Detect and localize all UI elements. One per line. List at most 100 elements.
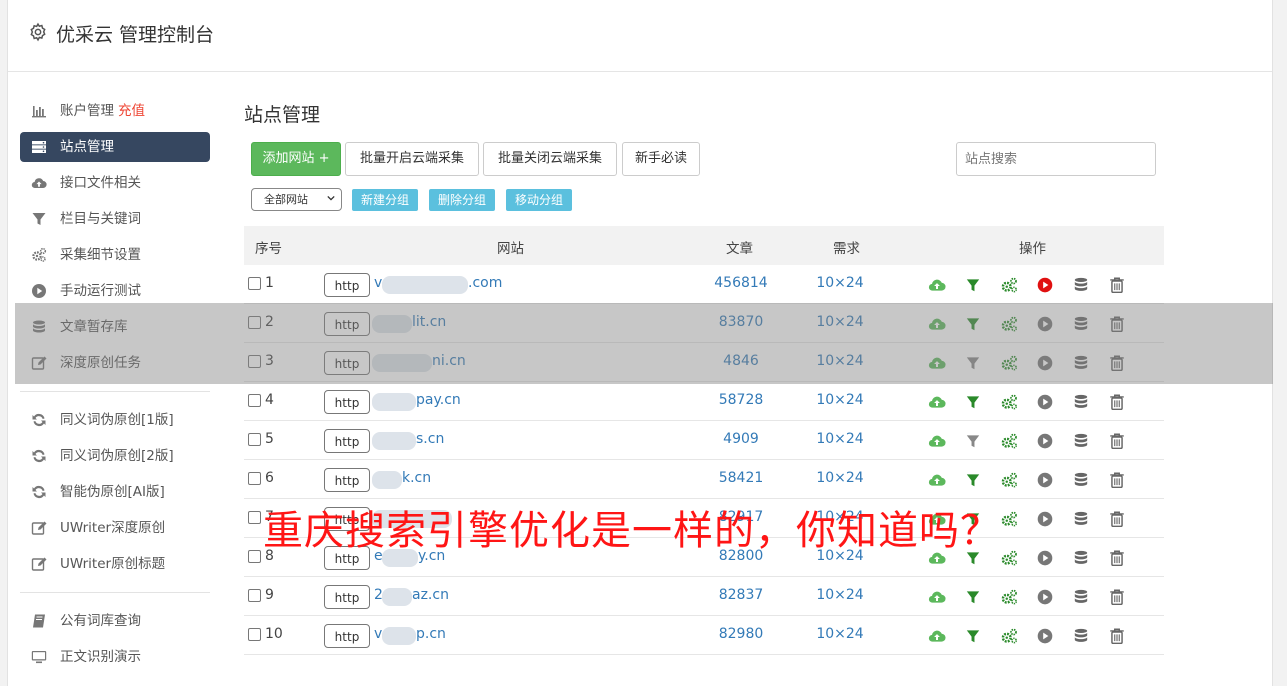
sidebar-item-ai-rewrite[interactable]: 智能伪原创[AI版] [20, 474, 210, 510]
protocol-badge[interactable]: http [324, 468, 370, 492]
trash-icon[interactable] [1108, 510, 1126, 528]
protocol-badge[interactable]: http [324, 273, 370, 297]
cloud-upload-icon[interactable] [928, 432, 946, 450]
filter-icon[interactable] [964, 276, 982, 294]
filter-icon[interactable] [964, 432, 982, 450]
site-search-input[interactable] [956, 142, 1156, 176]
row-checkbox[interactable] [248, 589, 261, 602]
database-icon[interactable] [1072, 510, 1090, 528]
cloud-upload-icon[interactable] [928, 276, 946, 294]
cogs-icon[interactable] [1000, 549, 1018, 567]
database-icon[interactable] [1072, 393, 1090, 411]
trash-icon[interactable] [1108, 549, 1126, 567]
demand-value[interactable]: 10×24 [800, 392, 880, 408]
row-checkbox[interactable] [248, 277, 261, 290]
protocol-badge[interactable]: http [324, 585, 370, 609]
sidebar-item-synonym-v1[interactable]: 同义词伪原创[1版] [20, 402, 210, 438]
sidebar-item-text-recognition[interactable]: 正文识别演示 [20, 639, 210, 675]
sidebar-item-synonym-v2[interactable]: 同义词伪原创[2版] [20, 438, 210, 474]
row-checkbox[interactable] [248, 472, 261, 485]
filter-icon[interactable] [964, 588, 982, 606]
database-icon[interactable] [1072, 588, 1090, 606]
demand-value[interactable]: 10×24 [800, 587, 880, 603]
cogs-icon[interactable] [1000, 627, 1018, 645]
cogs-icon[interactable] [1000, 588, 1018, 606]
sidebar-item-public-lexicon[interactable]: 公有词库查询 [20, 603, 210, 639]
batch-disable-cloud-button[interactable]: 批量关闭云端采集 [483, 142, 617, 176]
trash-icon[interactable] [1108, 471, 1126, 489]
recharge-link[interactable]: 充值 [118, 103, 145, 119]
database-icon[interactable] [1072, 549, 1090, 567]
beginner-guide-button[interactable]: 新手必读 [622, 142, 700, 176]
add-site-button[interactable]: 添加网站 + [251, 142, 341, 176]
demand-value[interactable]: 10×24 [800, 431, 880, 447]
cloud-upload-icon[interactable] [928, 393, 946, 411]
cogs-icon[interactable] [1000, 471, 1018, 489]
site-link[interactable]: az.cn [412, 587, 449, 603]
sidebar-item-account[interactable]: 账户管理 充值 [20, 93, 210, 129]
play-circle-icon[interactable] [1036, 588, 1054, 606]
play-circle-icon [32, 284, 46, 298]
row-checkbox[interactable] [248, 628, 261, 641]
row-checkbox[interactable] [248, 394, 261, 407]
site-link[interactable]: pay.cn [416, 392, 461, 408]
site-link[interactable]: .com [468, 275, 502, 291]
group-select[interactable]: 全部网站 [251, 188, 342, 211]
sidebar-item-columns-keywords[interactable]: 栏目与关键词 [20, 201, 210, 237]
trash-icon[interactable] [1108, 627, 1126, 645]
play-circle-icon[interactable] [1036, 432, 1054, 450]
protocol-badge[interactable]: http [324, 624, 370, 648]
play-circle-icon[interactable] [1036, 627, 1054, 645]
sidebar-item-uwriter-deep[interactable]: UWriter深度原创 [20, 510, 210, 546]
demand-value[interactable]: 10×24 [800, 626, 880, 642]
article-count[interactable]: 58728 [696, 392, 786, 408]
batch-enable-cloud-button[interactable]: 批量开启云端采集 [345, 142, 479, 176]
row-checkbox[interactable] [248, 511, 261, 524]
sidebar-item-uwriter-title[interactable]: UWriter原创标题 [20, 546, 210, 582]
article-count[interactable]: 82980 [696, 626, 786, 642]
play-circle-icon[interactable] [1036, 471, 1054, 489]
play-circle-icon[interactable] [1036, 276, 1054, 294]
database-icon[interactable] [1072, 627, 1090, 645]
row-checkbox[interactable] [248, 550, 261, 563]
trash-icon[interactable] [1108, 393, 1126, 411]
move-group-button[interactable]: 移动分组 [506, 189, 573, 211]
row-checkbox[interactable] [248, 433, 261, 446]
site-link[interactable]: s.cn [416, 431, 444, 447]
cogs-icon[interactable] [1000, 432, 1018, 450]
new-group-button[interactable]: 新建分组 [352, 189, 419, 211]
article-count[interactable]: 456814 [696, 275, 786, 291]
site-link[interactable]: k.cn [402, 470, 431, 486]
cogs-icon[interactable] [1000, 393, 1018, 411]
article-count[interactable]: 4909 [696, 431, 786, 447]
trash-icon[interactable] [1108, 276, 1126, 294]
protocol-badge[interactable]: http [324, 390, 370, 414]
article-count[interactable]: 58421 [696, 470, 786, 486]
database-icon[interactable] [1072, 432, 1090, 450]
play-circle-icon[interactable] [1036, 510, 1054, 528]
trash-icon[interactable] [1108, 432, 1126, 450]
protocol-badge[interactable]: http [324, 429, 370, 453]
demand-value[interactable]: 10×24 [800, 470, 880, 486]
filter-icon[interactable] [964, 627, 982, 645]
article-count[interactable]: 82837 [696, 587, 786, 603]
cloud-upload-icon[interactable] [928, 627, 946, 645]
site-link[interactable]: p.cn [416, 626, 446, 642]
trash-icon[interactable] [1108, 588, 1126, 606]
delete-group-button[interactable]: 删除分组 [429, 189, 496, 211]
filter-icon[interactable] [964, 471, 982, 489]
filter-icon[interactable] [964, 393, 982, 411]
gear-icon[interactable] [28, 22, 48, 42]
cloud-upload-icon[interactable] [928, 588, 946, 606]
demand-value[interactable]: 10×24 [800, 275, 880, 291]
database-icon[interactable] [1072, 471, 1090, 489]
sidebar-item-sites[interactable]: 站点管理 [20, 132, 210, 162]
sidebar-item-interface-files[interactable]: 接口文件相关 [20, 165, 210, 201]
play-circle-icon[interactable] [1036, 393, 1054, 411]
cogs-icon[interactable] [1000, 276, 1018, 294]
database-icon[interactable] [1072, 276, 1090, 294]
cogs-icon[interactable] [1000, 510, 1018, 528]
sidebar-item-collect-settings[interactable]: 采集细节设置 [20, 237, 210, 273]
play-circle-icon[interactable] [1036, 549, 1054, 567]
cloud-upload-icon[interactable] [928, 471, 946, 489]
